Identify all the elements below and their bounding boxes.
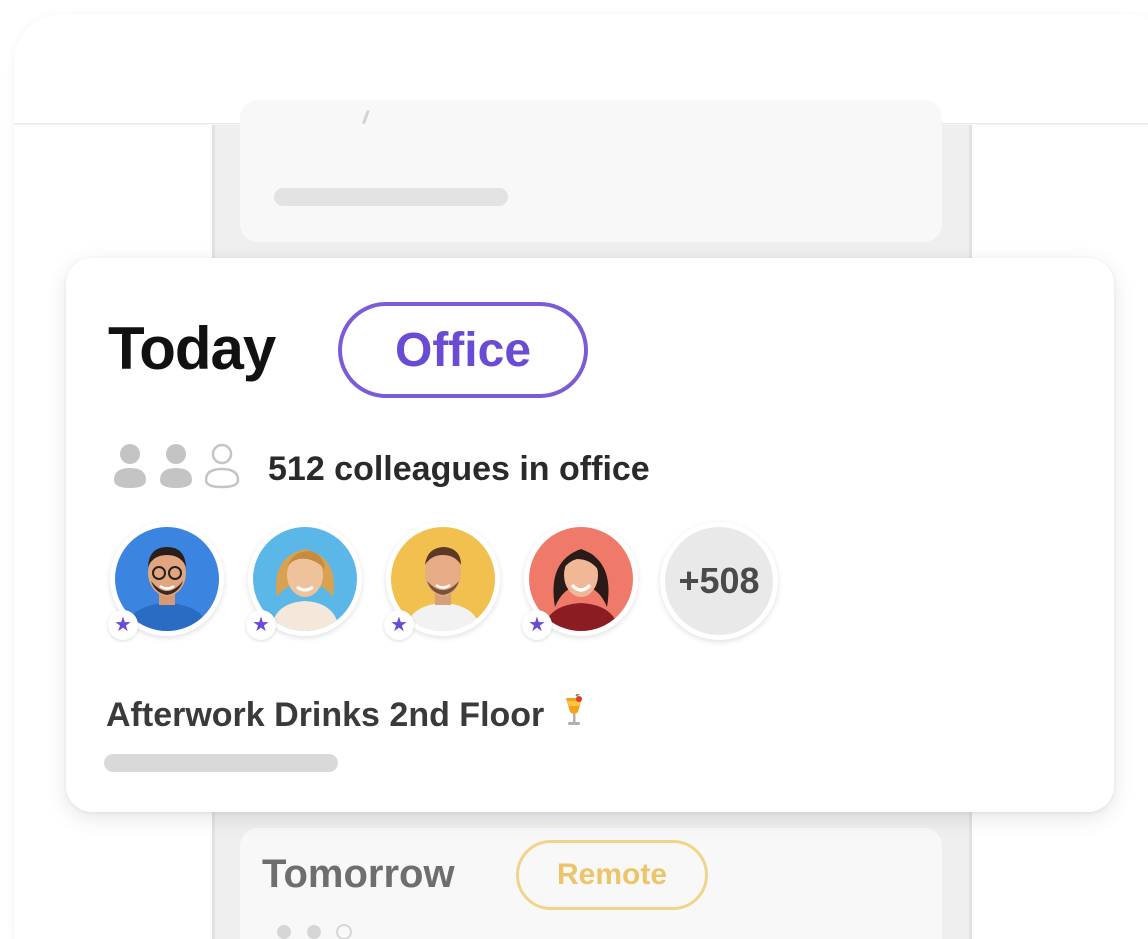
tomorrow-title: Tomorrow [262, 852, 455, 896]
star-icon: ★ [246, 610, 276, 640]
remote-badge[interactable]: Remote [516, 840, 708, 910]
more-colleagues-button[interactable]: +508 [660, 522, 778, 640]
cocktail-icon [562, 691, 586, 738]
event-title: Afterwork Drinks 2nd Floor [106, 696, 545, 734]
star-icon: ★ [108, 610, 138, 640]
placeholder-bar [104, 754, 338, 772]
attendance-count: 512 colleagues in office [268, 450, 650, 488]
star-icon: ★ [384, 610, 414, 640]
placeholder-bar [274, 188, 508, 206]
office-badge[interactable]: Office [338, 302, 588, 398]
star-icon: ★ [522, 610, 552, 640]
people-icon [114, 443, 240, 489]
people-icon-small [277, 924, 352, 939]
event-row[interactable]: Afterwork Drinks 2nd Floor [106, 691, 586, 738]
previous-day-card[interactable] [240, 100, 942, 242]
today-title: Today [108, 315, 276, 382]
